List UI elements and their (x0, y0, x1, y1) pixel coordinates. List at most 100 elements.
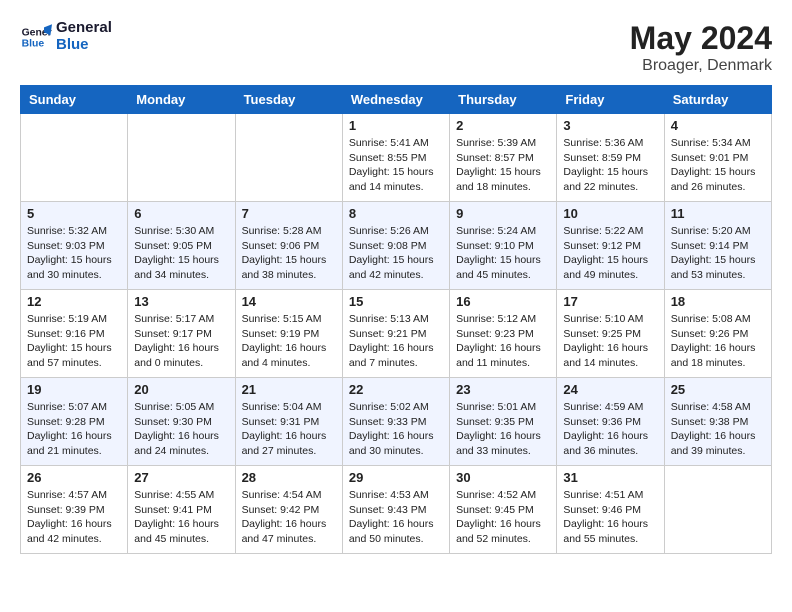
cell-info: Sunrise: 4:53 AMSunset: 9:43 PMDaylight:… (349, 488, 443, 547)
cell-info: Sunrise: 4:59 AMSunset: 9:36 PMDaylight:… (563, 400, 657, 459)
day-number: 2 (456, 118, 550, 133)
day-number: 31 (563, 470, 657, 485)
calendar-cell: 3 Sunrise: 5:36 AMSunset: 8:59 PMDaylight… (557, 114, 664, 202)
day-number: 24 (563, 382, 657, 397)
calendar-week-row: 19Sunrise: 5:07 AMSunset: 9:28 PMDayligh… (21, 378, 772, 466)
cell-info: Sunrise: 4:58 AMSunset: 9:38 PMDaylight:… (671, 400, 765, 459)
day-number: 23 (456, 382, 550, 397)
calendar-cell: 29 Sunrise: 4:53 AMSunset: 9:43 PMDayligh… (342, 466, 449, 554)
cell-info: Sunrise: 5:08 AMSunset: 9:26 PMDaylight:… (671, 312, 765, 371)
weekday-header-wednesday: Wednesday (342, 86, 449, 114)
weekday-header-monday: Monday (128, 86, 235, 114)
day-number: 13 (134, 294, 228, 309)
calendar-week-row: 5 Sunrise: 5:32 AMSunset: 9:03 PMDaylight… (21, 202, 772, 290)
cell-info: Sunrise: 5:32 AMSunset: 9:03 PMDaylight:… (27, 224, 121, 283)
location-subtitle: Broager, Denmark (630, 57, 772, 75)
cell-info: Sunrise: 5:20 AMSunset: 9:14 PMDaylight:… (671, 224, 765, 283)
cell-info: Sunrise: 5:34 AMSunset: 9:01 PMDaylight:… (671, 136, 765, 195)
calendar-cell: 23 Sunrise: 5:01 AMSunset: 9:35 PMDayligh… (450, 378, 557, 466)
logo-icon: General Blue (20, 21, 52, 53)
day-number: 27 (134, 470, 228, 485)
title-block: May 2024 Broager, Denmark (630, 20, 772, 75)
calendar-cell: 2Sunrise: 5:39 AMSunset: 8:57 PMDaylight… (450, 114, 557, 202)
cell-info: Sunrise: 5:24 AMSunset: 9:10 PMDaylight:… (456, 224, 550, 283)
calendar-week-row: 1 Sunrise: 5:41 AMSunset: 8:55 PMDaylight… (21, 114, 772, 202)
cell-info: Sunrise: 5:41 AMSunset: 8:55 PMDaylight:… (349, 136, 443, 195)
calendar-cell: 17 Sunrise: 5:10 AMSunset: 9:25 PMDayligh… (557, 290, 664, 378)
weekday-header-thursday: Thursday (450, 86, 557, 114)
day-number: 6 (134, 206, 228, 221)
calendar-cell: 1 Sunrise: 5:41 AMSunset: 8:55 PMDaylight… (342, 114, 449, 202)
cell-info: Sunrise: 5:26 AMSunset: 9:08 PMDaylight:… (349, 224, 443, 283)
day-number: 3 (563, 118, 657, 133)
day-number: 20 (134, 382, 228, 397)
calendar-week-row: 26Sunrise: 4:57 AMSunset: 9:39 PMDayligh… (21, 466, 772, 554)
cell-info: Sunrise: 5:04 AMSunset: 9:31 PMDaylight:… (242, 400, 336, 459)
day-number: 30 (456, 470, 550, 485)
cell-info: Sunrise: 5:10 AMSunset: 9:25 PMDaylight:… (563, 312, 657, 371)
cell-info: Sunrise: 5:05 AMSunset: 9:30 PMDaylight:… (134, 400, 228, 459)
cell-info: Sunrise: 5:17 AMSunset: 9:17 PMDaylight:… (134, 312, 228, 371)
day-number: 22 (349, 382, 443, 397)
logo-name-blue: Blue (56, 37, 112, 54)
day-number: 16 (456, 294, 550, 309)
calendar-cell: 25Sunrise: 4:58 AMSunset: 9:38 PMDayligh… (664, 378, 771, 466)
day-number: 29 (349, 470, 443, 485)
calendar-cell: 26Sunrise: 4:57 AMSunset: 9:39 PMDayligh… (21, 466, 128, 554)
day-number: 19 (27, 382, 121, 397)
day-number: 17 (563, 294, 657, 309)
day-number: 8 (349, 206, 443, 221)
calendar-table: SundayMondayTuesdayWednesdayThursdayFrid… (20, 85, 772, 554)
calendar-cell: 13 Sunrise: 5:17 AMSunset: 9:17 PMDayligh… (128, 290, 235, 378)
calendar-cell (235, 114, 342, 202)
logo: General Blue General Blue (20, 20, 112, 53)
calendar-cell: 24 Sunrise: 4:59 AMSunset: 9:36 PMDayligh… (557, 378, 664, 466)
weekday-header-friday: Friday (557, 86, 664, 114)
calendar-cell: 22Sunrise: 5:02 AMSunset: 9:33 PMDayligh… (342, 378, 449, 466)
day-number: 21 (242, 382, 336, 397)
cell-info: Sunrise: 5:19 AMSunset: 9:16 PMDaylight:… (27, 312, 121, 371)
cell-info: Sunrise: 5:15 AMSunset: 9:19 PMDaylight:… (242, 312, 336, 371)
weekday-header-row: SundayMondayTuesdayWednesdayThursdayFrid… (21, 86, 772, 114)
calendar-cell: 9 Sunrise: 5:24 AMSunset: 9:10 PMDaylight… (450, 202, 557, 290)
calendar-cell: 12 Sunrise: 5:19 AMSunset: 9:16 PMDayligh… (21, 290, 128, 378)
calendar-cell: 31Sunrise: 4:51 AMSunset: 9:46 PMDayligh… (557, 466, 664, 554)
calendar-cell: 19Sunrise: 5:07 AMSunset: 9:28 PMDayligh… (21, 378, 128, 466)
day-number: 1 (349, 118, 443, 133)
cell-info: Sunrise: 5:22 AMSunset: 9:12 PMDaylight:… (563, 224, 657, 283)
day-number: 28 (242, 470, 336, 485)
calendar-cell: 20 Sunrise: 5:05 AMSunset: 9:30 PMDayligh… (128, 378, 235, 466)
calendar-cell: 27 Sunrise: 4:55 AMSunset: 9:41 PMDayligh… (128, 466, 235, 554)
calendar-cell (21, 114, 128, 202)
cell-info: Sunrise: 4:52 AMSunset: 9:45 PMDaylight:… (456, 488, 550, 547)
calendar-cell: 10Sunrise: 5:22 AMSunset: 9:12 PMDayligh… (557, 202, 664, 290)
cell-info: Sunrise: 4:55 AMSunset: 9:41 PMDaylight:… (134, 488, 228, 547)
cell-info: Sunrise: 4:57 AMSunset: 9:39 PMDaylight:… (27, 488, 121, 547)
calendar-cell (664, 466, 771, 554)
svg-text:Blue: Blue (22, 38, 45, 49)
cell-info: Sunrise: 5:01 AMSunset: 9:35 PMDaylight:… (456, 400, 550, 459)
day-number: 12 (27, 294, 121, 309)
day-number: 14 (242, 294, 336, 309)
cell-info: Sunrise: 5:36 AMSunset: 8:59 PMDaylight:… (563, 136, 657, 195)
page-header: General Blue General Blue May 2024 Broag… (20, 20, 772, 75)
day-number: 7 (242, 206, 336, 221)
calendar-cell: 6Sunrise: 5:30 AMSunset: 9:05 PMDaylight… (128, 202, 235, 290)
calendar-cell: 30 Sunrise: 4:52 AMSunset: 9:45 PMDayligh… (450, 466, 557, 554)
day-number: 9 (456, 206, 550, 221)
day-number: 18 (671, 294, 765, 309)
cell-info: Sunrise: 4:54 AMSunset: 9:42 PMDaylight:… (242, 488, 336, 547)
weekday-header-sunday: Sunday (21, 86, 128, 114)
calendar-cell: 8 Sunrise: 5:26 AMSunset: 9:08 PMDaylight… (342, 202, 449, 290)
calendar-cell: 7Sunrise: 5:28 AMSunset: 9:06 PMDaylight… (235, 202, 342, 290)
day-number: 5 (27, 206, 121, 221)
calendar-body: 1 Sunrise: 5:41 AMSunset: 8:55 PMDaylight… (21, 114, 772, 554)
calendar-cell: 28 Sunrise: 4:54 AMSunset: 9:42 PMDayligh… (235, 466, 342, 554)
day-number: 11 (671, 206, 765, 221)
cell-info: Sunrise: 5:13 AMSunset: 9:21 PMDaylight:… (349, 312, 443, 371)
calendar-cell: 15Sunrise: 5:13 AMSunset: 9:21 PMDayligh… (342, 290, 449, 378)
calendar-week-row: 12 Sunrise: 5:19 AMSunset: 9:16 PMDayligh… (21, 290, 772, 378)
calendar-cell: 16Sunrise: 5:12 AMSunset: 9:23 PMDayligh… (450, 290, 557, 378)
weekday-header-saturday: Saturday (664, 86, 771, 114)
calendar-cell: 18 Sunrise: 5:08 AMSunset: 9:26 PMDayligh… (664, 290, 771, 378)
